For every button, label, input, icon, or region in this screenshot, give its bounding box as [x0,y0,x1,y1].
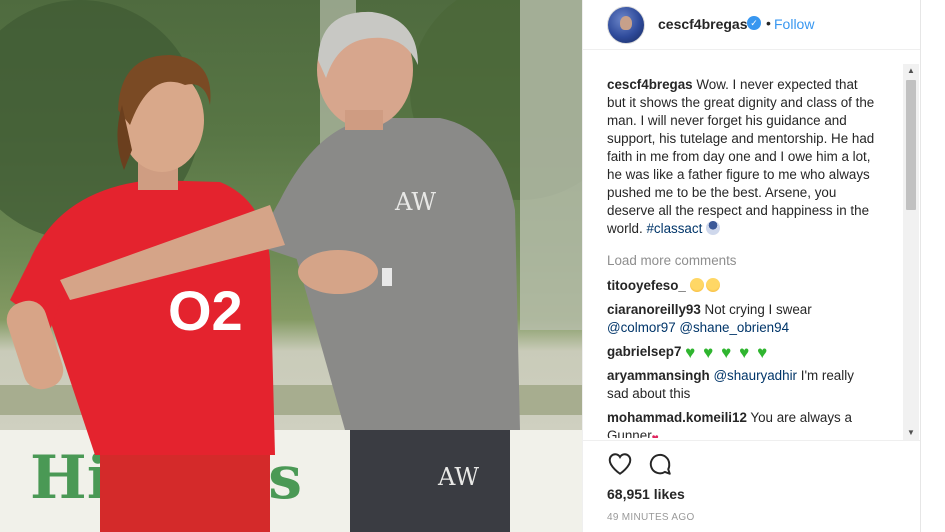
green-heart-emoji-icon [685,345,701,359]
likes-count[interactable]: 68,951 likes [607,486,685,502]
heart-icon[interactable] [607,451,633,477]
person-emoji-icon [706,221,721,235]
comment-item: ciaranoreilly93 Not crying I swear @colm… [607,301,879,337]
comment-item: aryammansingh @shauryadhir I'm really sa… [607,367,879,403]
load-more-comments-button[interactable]: Load more comments [607,253,903,271]
comment-text: Not crying I swear [704,302,812,317]
verified-badge-icon: ✓ [747,16,761,30]
follow-button[interactable]: Follow [774,16,814,32]
scroll-up-arrow-icon[interactable]: ▲ [903,64,919,78]
green-heart-emoji-icon [739,345,755,359]
crying-emoji-icon [705,278,720,292]
page-gutter [920,0,945,532]
comment-username[interactable]: ciaranoreilly93 [607,302,701,317]
post-header: cescf4bregas ✓ • Follow [583,0,921,50]
green-heart-emoji-icon [703,345,719,359]
crying-emoji-icon [689,278,704,292]
coach-shorts-initials: AW [437,463,479,491]
post-photo: Hi ft F s O2 AW AW [0,0,582,532]
comment-username[interactable]: aryammansingh [607,368,710,383]
post-actions: 68,951 likes 49 MINUTES AGO [583,440,921,532]
avatar[interactable] [607,6,645,44]
caption-hashtag[interactable]: #classact [646,221,702,236]
header-username[interactable]: cescf4bregas [658,16,748,32]
comments-scrollbar[interactable]: ▲ ▼ [903,64,919,440]
green-heart-emoji-icon [721,345,737,359]
red-heart-emoji-icon [652,429,666,438]
coach-shirt-initials: AW [394,188,436,216]
scroll-thumb[interactable] [906,80,916,210]
caption: cescf4bregas Wow. I never expected that … [607,76,879,238]
comment-username[interactable]: mohammad.komeili12 [607,410,747,425]
post-timestamp[interactable]: 49 MINUTES AGO [607,512,695,523]
header-separator: • [766,15,771,31]
caption-username[interactable]: cescf4bregas [607,77,693,92]
comment-username[interactable]: titooyefeso_ [607,278,686,293]
player-shirt-sponsor: O2 [168,279,243,342]
comment-mentions[interactable]: @colmor97 @shane_obrien94 [607,320,789,335]
comment-username[interactable]: gabrielsep7 [607,344,681,359]
comments-list: cescf4bregas Wow. I never expected that … [583,64,903,438]
comment-mention[interactable]: @shauryadhir [713,368,797,383]
comment-item: mohammad.komeili12 You are always a Gunn… [607,409,879,438]
caption-text: Wow. I never expected that but it shows … [607,77,875,236]
comment-item: gabrielsep7 [607,343,879,361]
post-side-panel: cescf4bregas ✓ • Follow cescf4bregas Wow… [582,0,921,532]
photo-illustration: Hi ft F s O2 AW AW [0,0,582,532]
comment-bubble-icon[interactable] [647,451,673,477]
green-heart-emoji-icon [757,345,773,359]
comment-item: titooyefeso_ [607,277,879,295]
scroll-down-arrow-icon[interactable]: ▼ [903,426,919,440]
